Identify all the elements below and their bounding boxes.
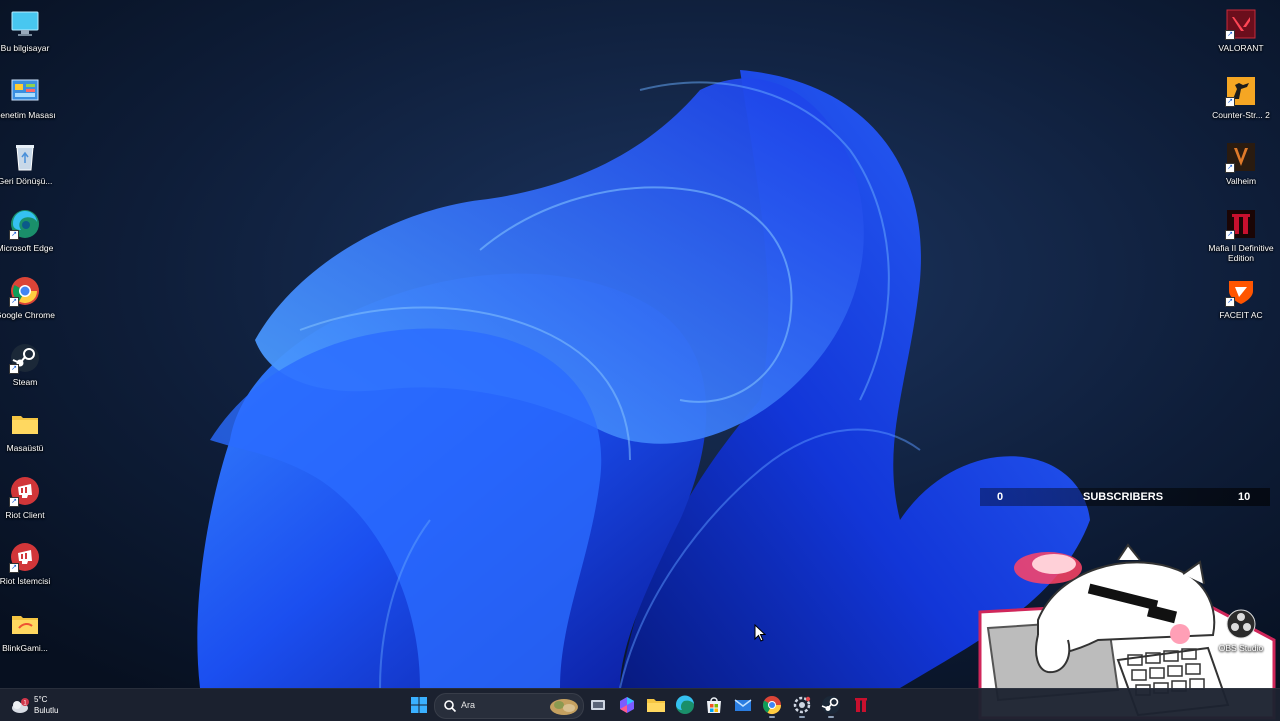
mafia-button[interactable] xyxy=(849,693,873,717)
steam-icon xyxy=(821,696,840,714)
edge-button[interactable] xyxy=(673,693,697,717)
desktop-icon-label: Geri Dönüşü... xyxy=(0,176,53,186)
desktop-icon-label: Microsoft Edge xyxy=(0,243,54,253)
desktop-icon-obs[interactable]: OBS Studio xyxy=(1208,608,1274,653)
faceit-icon: ↗ xyxy=(1225,275,1257,307)
monitor-icon xyxy=(9,8,41,40)
taskbar-search-box[interactable]: Ara xyxy=(434,693,584,719)
desktop-icon-label: Masaüstü xyxy=(6,443,44,453)
taskbar: 1 5°C Bulutlu Ara xyxy=(0,688,1280,721)
folder-icon xyxy=(9,408,41,440)
weather-temperature: 5°C xyxy=(34,695,48,704)
file-explorer-button[interactable] xyxy=(644,693,668,717)
mafia-icon: ↗ xyxy=(1225,208,1257,240)
riot-client-icon: ↗ xyxy=(9,475,41,507)
desktop-icon-counter-strike[interactable]: ↗ Counter-Str... 2 xyxy=(1208,75,1274,120)
desktop-icon-label: OBS Studio xyxy=(1218,643,1264,653)
desktop-icon-desktop-folder[interactable]: Masaüstü xyxy=(0,408,58,453)
desktop-icon-label: Mafia II Definitive Edition xyxy=(1208,243,1274,263)
desktop-icon-label: Valheim xyxy=(1225,176,1257,186)
desktop-icon-label: Bu bilgisayar xyxy=(0,43,50,53)
chrome-button[interactable] xyxy=(760,693,784,718)
mail-button[interactable] xyxy=(731,693,755,717)
subscriber-goal-label: SUBSCRIBERS xyxy=(1083,491,1164,503)
desktop-icon-valorant[interactable]: ↗ VALORANT xyxy=(1208,8,1274,53)
valheim-icon: ↗ xyxy=(1225,141,1257,173)
store-icon xyxy=(707,697,721,713)
desktop-icon-label: FACEIT AC xyxy=(1219,310,1263,320)
desktop-icon-label: Riot Client xyxy=(5,510,45,520)
desktop-icon-label: Counter-Str... 2 xyxy=(1212,110,1270,120)
desktop-icon-label: BlinkGami... xyxy=(2,643,48,653)
mouse-cursor-icon xyxy=(754,624,766,642)
edge-icon: ↗ xyxy=(9,208,41,240)
m365-button[interactable] xyxy=(615,693,639,717)
desktop-icon-blinkgaming[interactable]: BlinkGami... xyxy=(0,608,58,653)
control-panel-icon xyxy=(9,75,41,107)
desktop-icon-riot-client[interactable]: ↗ Riot Client xyxy=(0,475,58,520)
search-highlight-image xyxy=(550,699,578,715)
riot-client-icon: ↗ xyxy=(9,541,41,573)
subscriber-goal-bar: 0 SUBSCRIBERS 10 xyxy=(980,488,1270,506)
desktop-icon-steam[interactable]: ↗ Steam xyxy=(0,342,58,387)
desktop-icon-control-panel[interactable]: Denetim Masası xyxy=(0,75,58,120)
settings-icon xyxy=(793,696,811,714)
settings-button[interactable] xyxy=(790,693,814,718)
desktop-icon-this-pc[interactable]: Bu bilgisayar xyxy=(0,8,58,53)
subscriber-goal-target: 10 xyxy=(1238,491,1251,503)
edge-icon xyxy=(675,695,694,714)
desktop-icon-valheim[interactable]: ↗ Valheim xyxy=(1208,141,1274,186)
chrome-icon: ↗ xyxy=(9,275,41,307)
desktop-icon-label: Riot İstemcisi xyxy=(0,576,51,586)
mail-icon xyxy=(734,699,752,711)
desktop-icon-label: Google Chrome xyxy=(0,310,55,320)
active-indicator xyxy=(799,716,805,718)
counter-strike-icon: ↗ xyxy=(1225,75,1257,107)
search-placeholder: Ara xyxy=(461,700,476,710)
mafia-icon xyxy=(855,698,867,712)
desktop-icon-mafia[interactable]: ↗ Mafia II Definitive Edition xyxy=(1208,208,1274,263)
desktop-icon-recycle-bin[interactable]: Geri Dönüşü... xyxy=(0,141,58,186)
folder-icon xyxy=(9,608,41,640)
valorant-icon: ↗ xyxy=(1225,8,1257,40)
task-view-button[interactable] xyxy=(586,693,610,717)
desktop-icon-label: VALORANT xyxy=(1218,43,1264,53)
active-indicator xyxy=(828,716,834,718)
chrome-icon xyxy=(762,696,781,715)
weather-condition: Bulutlu xyxy=(34,706,59,715)
search-icon xyxy=(444,700,457,713)
m365-icon xyxy=(620,697,634,713)
desktop-icon-label: Steam xyxy=(12,377,38,387)
desktop-icon-faceit[interactable]: ↗ FACEIT AC xyxy=(1208,275,1274,320)
desktop-icon-label: Denetim Masası xyxy=(0,110,56,120)
task-view-icon xyxy=(591,700,605,710)
desktop-icon-edge[interactable]: ↗ Microsoft Edge xyxy=(0,208,58,253)
steam-icon: ↗ xyxy=(9,342,41,374)
active-indicator xyxy=(769,716,775,718)
start-icon xyxy=(411,697,427,713)
obs-icon xyxy=(1225,608,1257,640)
weather-widget[interactable]: 1 5°C Bulutlu xyxy=(10,693,90,717)
desktop-icon-chrome[interactable]: ↗ Google Chrome xyxy=(0,275,58,320)
start-button[interactable] xyxy=(407,693,431,717)
weather-cloud-icon: 1 xyxy=(12,698,29,713)
desktop-icon-riot-istemcisi[interactable]: ↗ Riot İstemcisi xyxy=(0,541,58,586)
subscriber-goal-start: 0 xyxy=(997,491,1004,503)
file-explorer-icon xyxy=(647,699,665,712)
steam-button[interactable] xyxy=(819,693,843,718)
store-button[interactable] xyxy=(702,693,726,717)
recycle-bin-icon xyxy=(9,141,41,173)
